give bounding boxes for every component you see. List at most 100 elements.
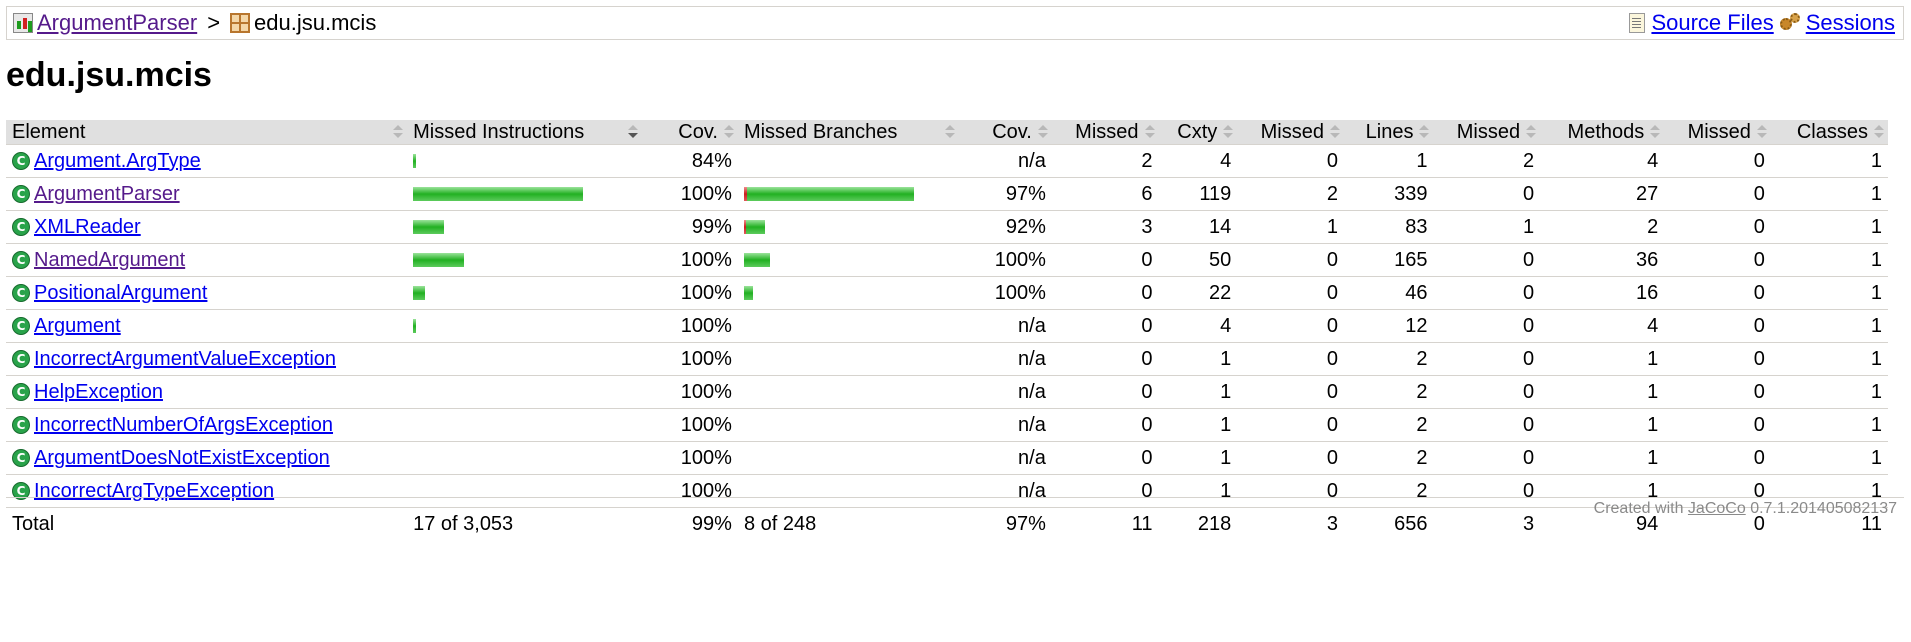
header-missed-cxty[interactable]: Missed <box>1051 120 1159 145</box>
breadcrumb-package-label: edu.jsu.mcis <box>254 10 377 35</box>
missed-classes-cell: 0 <box>1664 177 1771 211</box>
methods-cell: 4 <box>1540 309 1665 343</box>
class-icon: C <box>12 416 30 434</box>
element-link[interactable]: Argument.ArgType <box>34 150 201 173</box>
header-missed-classes[interactable]: Missed <box>1664 120 1771 145</box>
class-icon: C <box>12 317 30 335</box>
header-branch-cov[interactable]: Cov. <box>958 120 1052 145</box>
missed-lines-cell: 0 <box>1237 441 1344 475</box>
element-link[interactable]: PositionalArgument <box>34 282 207 305</box>
covered-bar-segment <box>413 220 445 234</box>
missed-methods-cell: 0 <box>1433 243 1541 277</box>
total-missed-instructions: 17 of 3,053 <box>407 507 643 540</box>
header-missed-lines[interactable]: Missed <box>1237 120 1344 145</box>
missed-instructions-bar-cell <box>407 408 643 442</box>
total-label: Total <box>6 507 408 540</box>
sort-icon <box>1419 125 1430 139</box>
header-missed-instructions[interactable]: Missed Instructions <box>407 120 643 145</box>
element-cell: C ArgumentParser <box>6 177 408 211</box>
missed-branches-bar-cell <box>737 375 959 409</box>
element-name: C IncorrectArgTypeException <box>12 480 401 503</box>
lines-cell: 46 <box>1343 276 1434 310</box>
total-instr-cov: 99% <box>642 507 738 540</box>
header-missed-cxty-label: Missed <box>1075 120 1139 143</box>
header-lines[interactable]: Lines <box>1343 120 1434 145</box>
page-title: edu.jsu.mcis <box>6 56 212 94</box>
coverage-bar <box>743 219 953 235</box>
header-classes[interactable]: Classes <box>1770 120 1888 145</box>
source-files-link[interactable]: Source Files <box>1651 7 1773 39</box>
classes-cell: 1 <box>1770 342 1888 376</box>
lines-cell: 339 <box>1343 177 1434 211</box>
element-cell: C PositionalArgument <box>6 276 408 310</box>
missed-classes-cell: 0 <box>1664 243 1771 277</box>
element-link[interactable]: NamedArgument <box>34 249 185 272</box>
cxty-cell: 4 <box>1158 144 1238 178</box>
cxty-cell: 22 <box>1158 276 1238 310</box>
missed-cxty-cell: 0 <box>1051 342 1159 376</box>
element-link[interactable]: IncorrectArgumentValueException <box>34 348 336 371</box>
header-branch-cov-label: Cov. <box>992 120 1032 143</box>
instructions-cov-cell: 100% <box>642 441 738 475</box>
element-link[interactable]: ArgumentDoesNotExistException <box>34 447 330 470</box>
header-missed-instructions-label: Missed Instructions <box>413 120 585 143</box>
missed-cxty-cell: 0 <box>1051 408 1159 442</box>
breadcrumb-path: ArgumentParser > edu.jsu.mcis <box>13 7 376 39</box>
breadcrumb: ArgumentParser > edu.jsu.mcis Source Fil… <box>6 6 1904 40</box>
class-icon: C <box>12 449 30 467</box>
missed-cxty-cell: 0 <box>1051 474 1159 508</box>
classes-cell: 1 <box>1770 177 1888 211</box>
missed-cxty-cell: 3 <box>1051 210 1159 244</box>
missed-cxty-cell: 0 <box>1051 243 1159 277</box>
class-icon: C <box>12 350 30 368</box>
branches-cov-cell: n/a <box>958 408 1052 442</box>
methods-cell: 1 <box>1540 342 1665 376</box>
package-icon <box>230 13 251 33</box>
methods-cell: 27 <box>1540 177 1665 211</box>
lines-cell: 2 <box>1343 474 1434 508</box>
header-element[interactable]: Element <box>6 120 408 145</box>
element-link[interactable]: ArgumentParser <box>34 183 180 206</box>
header-missed-branches[interactable]: Missed Branches <box>737 120 959 145</box>
jacoco-link[interactable]: JaCoCo <box>1688 500 1746 517</box>
cxty-cell: 1 <box>1158 408 1238 442</box>
header-cxty[interactable]: Cxty <box>1158 120 1238 145</box>
cxty-cell: 4 <box>1158 309 1238 343</box>
sort-icon <box>944 125 955 139</box>
sessions-link[interactable]: Sessions <box>1806 7 1895 39</box>
element-link[interactable]: HelpException <box>34 381 163 404</box>
coverage-bar <box>413 153 636 169</box>
element-link[interactable]: Argument <box>34 315 121 338</box>
missed-instructions-bar-cell <box>407 375 643 409</box>
missed-methods-cell: 0 <box>1433 441 1541 475</box>
element-name: C ArgumentParser <box>12 183 401 206</box>
cxty-cell: 1 <box>1158 342 1238 376</box>
breadcrumb-report-link[interactable]: ArgumentParser <box>37 7 197 39</box>
table-row: C IncorrectArgumentValueException 100% n/a 0… <box>6 342 1888 376</box>
header-methods[interactable]: Methods <box>1540 120 1665 145</box>
classes-cell: 1 <box>1770 375 1888 409</box>
header-missed-methods[interactable]: Missed <box>1433 120 1541 145</box>
missed-classes-cell: 0 <box>1664 375 1771 409</box>
element-link[interactable]: XMLReader <box>34 216 141 239</box>
header-methods-label: Methods <box>1567 120 1645 143</box>
covered-bar-segment <box>413 286 426 300</box>
missed-instructions-bar-cell <box>407 210 643 244</box>
header-classes-label: Classes <box>1796 120 1868 143</box>
sort-icon <box>1526 125 1537 139</box>
table-row: C HelpException 100% n/a 0 1 0 2 0 1 0 1 <box>6 375 1888 409</box>
missed-classes-cell: 0 <box>1664 276 1771 310</box>
element-link[interactable]: IncorrectArgTypeException <box>34 480 274 503</box>
header-missed-branches-label: Missed Branches <box>743 120 898 143</box>
element-link[interactable]: IncorrectNumberOfArgsException <box>34 414 333 437</box>
table-row: C PositionalArgument 100% 100% 0 22 0 46 0 16 0 1 <box>6 276 1888 310</box>
classes-cell: 1 <box>1770 210 1888 244</box>
class-icon: C <box>12 218 30 236</box>
header-instr-cov[interactable]: Cov. <box>642 120 738 145</box>
missed-branches-bar-cell <box>737 210 959 244</box>
element-cell: C IncorrectNumberOfArgsException <box>6 408 408 442</box>
instructions-cov-cell: 100% <box>642 177 738 211</box>
missed-instructions-bar-cell <box>407 243 643 277</box>
cxty-cell: 50 <box>1158 243 1238 277</box>
table-row: C ArgumentDoesNotExistException 100% n/a 0 1 0… <box>6 441 1888 475</box>
